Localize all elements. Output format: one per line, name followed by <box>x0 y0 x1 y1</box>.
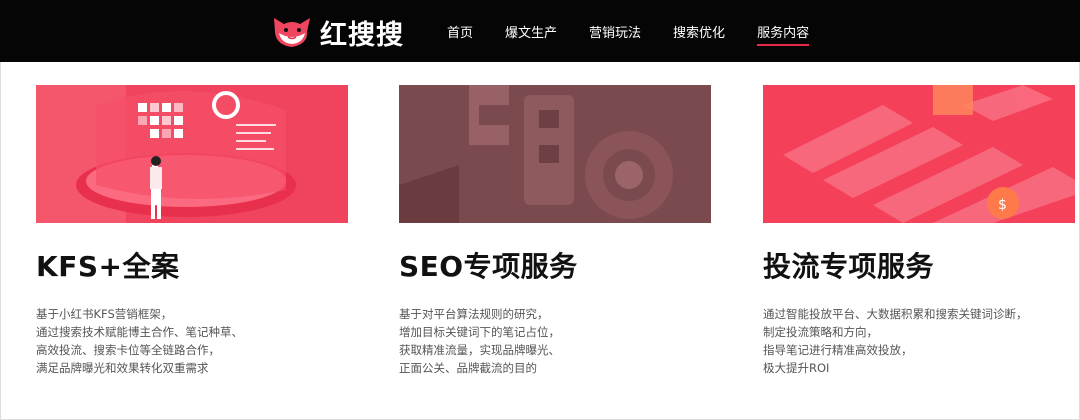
desc-line: 基于小红书KFS营销框架， <box>36 307 173 321</box>
card-title: 投流专项服务 <box>763 250 935 283</box>
desc-line: 基于对平台算法规则的研究， <box>399 307 549 321</box>
desc-line: 极大提升ROI <box>763 361 830 375</box>
nav-viral-content[interactable]: 爆文生产 <box>505 0 557 62</box>
marketing-illustration-icon <box>36 85 348 223</box>
seo-letters-illustration-icon <box>399 85 711 223</box>
desc-line: 通过搜索技术赋能博主合作、笔记种草、 <box>36 325 243 339</box>
nav-services[interactable]: 服务内容 <box>757 0 810 62</box>
brand-logo[interactable]: 红搜搜 <box>270 12 404 52</box>
fox-mascot-icon <box>274 18 310 47</box>
svg-text:$: $ <box>998 197 1007 213</box>
desc-line: 正面公关、品牌截流的目的 <box>399 361 537 375</box>
service-card-kfs[interactable]: KFS+全案 基于小红书KFS营销框架， 通过搜索技术赋能博主合作、笔记种草、 … <box>36 85 348 377</box>
desc-line: 满足品牌曝光和效果转化双重需求 <box>36 361 209 375</box>
desc-line: 指导笔记进行精准高效投放， <box>763 343 913 357</box>
desc-line: 增加目标关键词下的笔记占位， <box>399 325 560 339</box>
nav-home[interactable]: 首页 <box>447 0 473 62</box>
desc-line: 获取精准流量，实现品牌曝光、 <box>399 343 560 357</box>
nav-search-optimization[interactable]: 搜索优化 <box>673 0 725 62</box>
desc-line: 通过智能投放平台、大数据积累和搜索关键词诊断， <box>763 307 1028 321</box>
card-description: 基于小红书KFS营销框架， 通过搜索技术赋能博主合作、笔记种草、 高效投流、搜索… <box>36 305 348 377</box>
nav-marketing[interactable]: 营销玩法 <box>589 0 641 62</box>
card-description: 通过智能投放平台、大数据积累和搜索关键词诊断， 制定投流策略和方向， 指导笔记进… <box>763 305 1075 377</box>
service-card-ads[interactable]: $ 投流专项服务 通过智能投放平台、大数据积累和搜索关键词诊断， 制定投流策略和… <box>763 85 1075 377</box>
card-title: KFS+全案 <box>36 250 180 283</box>
ad-analytics-illustration-icon: $ <box>763 85 1075 223</box>
main-nav: 首页 爆文生产 营销玩法 搜索优化 服务内容 <box>447 0 841 62</box>
desc-line: 制定投流策略和方向， <box>763 325 878 339</box>
card-title: SEO专项服务 <box>399 250 578 283</box>
top-navigation-bar: 红搜搜 首页 爆文生产 营销玩法 搜索优化 服务内容 <box>0 0 1080 62</box>
card-description: 基于对平台算法规则的研究， 增加目标关键词下的笔记占位， 获取精准流量，实现品牌… <box>399 305 711 377</box>
service-card-seo[interactable]: SEO专项服务 基于对平台算法规则的研究， 增加目标关键词下的笔记占位， 获取精… <box>399 85 711 377</box>
brand-name: 红搜搜 <box>320 19 404 51</box>
desc-line: 高效投流、搜索卡位等全链路合作， <box>36 343 220 357</box>
